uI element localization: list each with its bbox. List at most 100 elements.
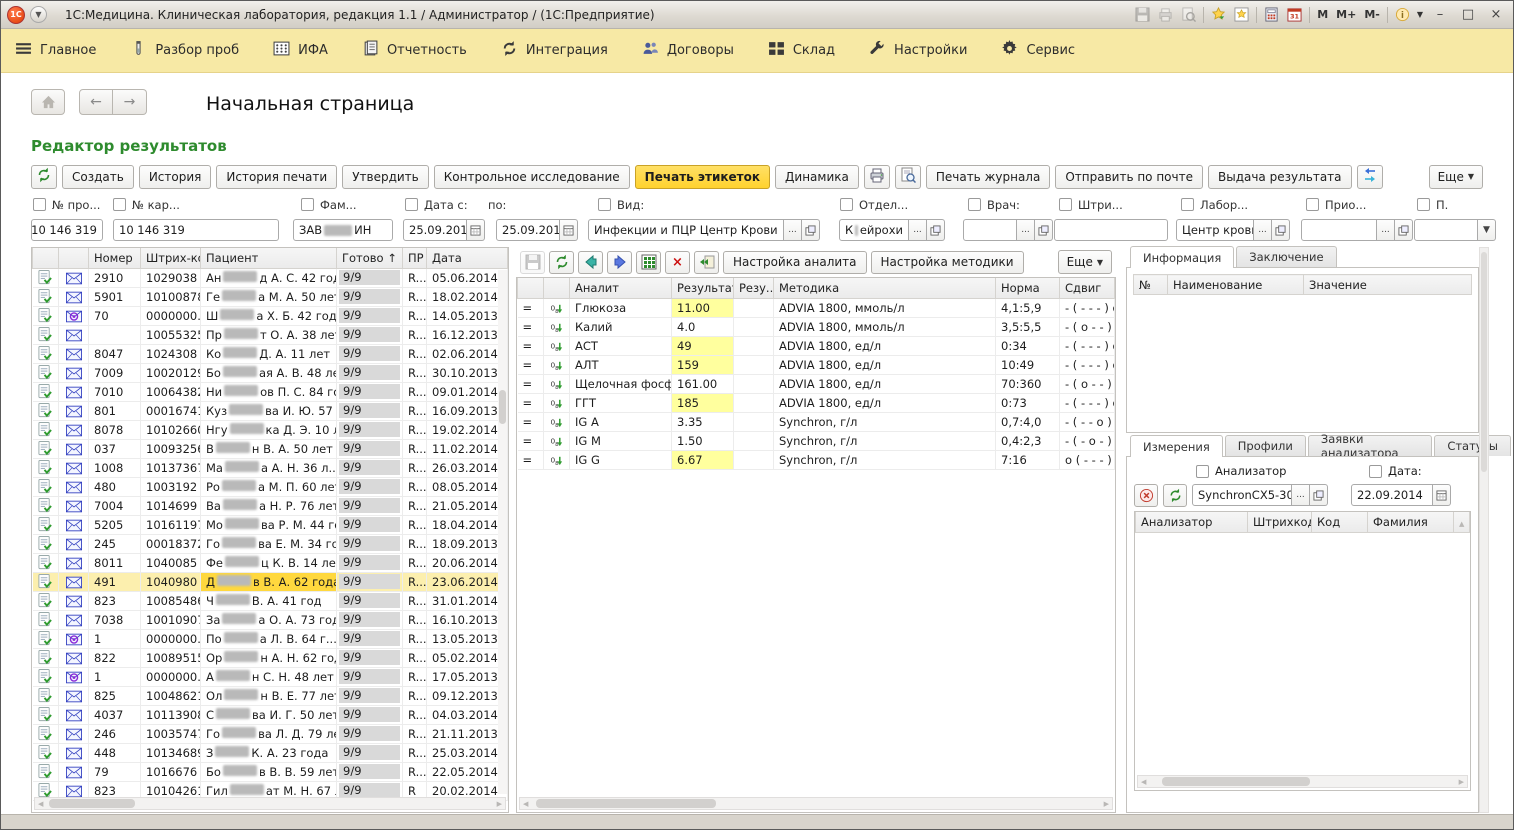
measurements-hscrollbar[interactable]: ◀▶ [1137,775,1468,788]
filter-dots-icon[interactable]: ... [909,219,927,241]
col-shift[interactable]: Сдвиг [1060,278,1115,298]
col-method[interactable]: Методика [774,278,996,298]
print-icon[interactable] [1157,6,1174,23]
col-value[interactable]: Значение [1304,275,1472,295]
toolbar-swap-icon[interactable] [1357,165,1383,189]
toolbar-button-4[interactable]: Утвердить [342,165,429,189]
measurements-date-input[interactable]: 22.09.2014 [1351,484,1433,506]
menu-item-2[interactable]: ИФА [273,40,328,61]
menu-item-0[interactable]: Главное [15,40,96,61]
table-row[interactable]: 520510161197Мова Р. М. 44 года9/9R...18.… [33,515,508,534]
form-vscrollbar[interactable] [1479,247,1489,813]
close-button[interactable]: × [1485,6,1507,24]
toolbar-more-button[interactable]: Еще▼ [1429,165,1483,189]
filter-open-icon[interactable] [1395,219,1413,241]
table-row[interactable]: 82510048621Олн В. Е. 77 лет9/9R...09.12.… [33,686,508,705]
home-button[interactable] [31,89,65,115]
menu-item-6[interactable]: Склад [768,40,835,61]
filter-input-7[interactable] [963,219,1017,241]
toolbar-button-7[interactable]: Динамика [775,165,859,189]
table-row[interactable]: 807810102660Нгука Д. Э. 10 лет9/9R...19.… [33,420,508,439]
minimize-button[interactable]: – [1429,6,1451,24]
table-row[interactable]: 700000000...Ша Х. Б. 42 года9/9R...14.05… [33,306,508,325]
filter-input-2[interactable]: ЗАВИН [293,219,393,241]
filter-calendar-icon[interactable] [467,219,485,241]
back-button[interactable]: ← [79,89,113,115]
info-dropdown-icon[interactable]: ▼ [1417,10,1423,19]
prev-arrow-icon[interactable] [578,251,603,274]
result-row[interactable]: =08Калий4.0ADVIA 1800, ммоль/л3,5:5,5- (… [518,317,1115,336]
result-row[interactable]: =08Глюкоза11.00ADVIA 1800, ммоль/л4,1:5,… [518,298,1115,317]
table-row[interactable]: 82210089515Орн А. Н. 62 года9/9R...05.02… [33,648,508,667]
table-row[interactable]: 44810134689ЗК. А. 23 года9/9R...25.03.20… [33,743,508,762]
filter-input-11[interactable] [1414,219,1478,241]
refresh-results-icon[interactable] [549,251,574,274]
results-more-button[interactable]: Еще▼ [1058,250,1112,274]
calculator-icon[interactable] [1263,6,1280,23]
analyzer-open-icon[interactable] [1310,484,1328,506]
result-row[interactable]: =08IG M1.50Synchron, г/л0,4:2,3- ( - o -… [518,431,1115,450]
filter-checkbox-10[interactable] [1306,198,1319,211]
filter-checkbox-9[interactable] [1181,198,1194,211]
next-arrow-icon[interactable] [607,251,632,274]
table-row[interactable]: 4911040980Дв В. А. 62 года9/9R...23.06.2… [33,572,508,591]
method-settings-button[interactable]: Настройка методики [871,251,1024,274]
table-row[interactable]: 29101029038Анд А. С. 42 года9/9R...05.06… [33,268,508,287]
grid-view-icon[interactable] [636,251,661,274]
add-favorite-icon[interactable] [1210,6,1227,23]
table-row[interactable]: 03710093256Вн В. А. 50 лет9/9R...11.02.2… [33,439,508,458]
table-row[interactable]: 791016676Бов В. В. 59 лет9/9R...22.05.20… [33,762,508,781]
table-row[interactable]: 80100016741Кузва И. Ю. 57 лет9/9R...16.0… [33,401,508,420]
col-patient[interactable]: Пациент [201,248,337,268]
refresh-measurements-icon[interactable] [1163,484,1187,507]
col-barcode2[interactable]: Штрихкод [1248,512,1312,532]
favorites-icon[interactable] [1233,6,1250,23]
filter-checkbox-8[interactable] [1059,198,1072,211]
memory-mminus-button[interactable]: M- [1363,8,1381,21]
filter-checkbox-6[interactable] [840,198,853,211]
menu-item-1[interactable]: Разбор проб [130,40,239,61]
table-row[interactable]: 80111040085Фец К. В. 14 лет9/9R...20.06.… [33,553,508,572]
table-row[interactable]: 590110100878Геа М. А. 50 лет9/9R...18.02… [33,287,508,306]
table-row[interactable]: 82310085486ЧВ. А. 41 год9/9R...31.01.201… [33,591,508,610]
col-name[interactable]: Наименование [1168,275,1304,295]
table-row[interactable]: 403710113908Сва И. Г. 50 лет9/9R...04.03… [33,705,508,724]
table-row[interactable]: 700910020129Боая А. В. 48 лет9/9R...30.1… [33,363,508,382]
menu-item-3[interactable]: Отчетность [362,40,467,61]
table-row[interactable]: 701010064382Ниов П. С. 84 года9/9R...09.… [33,382,508,401]
table-row[interactable]: 10000000...Поа Л. В. 64 г...9/9R...13.05… [33,629,508,648]
col-norm[interactable]: Норма [996,278,1060,298]
filter-checkbox-0[interactable] [33,198,46,211]
save-icon[interactable] [1134,6,1151,23]
filter-calendar-icon[interactable] [560,219,578,241]
filter-dots-icon[interactable]: ... [1254,219,1272,241]
import-icon[interactable] [694,251,719,274]
toolbar-button-12[interactable]: Выдача результата [1208,165,1352,189]
patients-vscrollbar[interactable] [498,270,507,794]
col-surname[interactable]: Фамилия [1368,512,1454,532]
col-ready[interactable]: Готово ↑ [337,248,403,268]
filter-checkbox-7[interactable] [968,198,981,211]
calendar-icon[interactable]: 31 [1286,6,1303,23]
toolbar-button-11[interactable]: Отправить по почте [1055,165,1203,189]
filter-checkbox-2[interactable] [301,198,314,211]
tab-meas-0[interactable]: Измерения [1130,435,1223,457]
result-row[interactable]: =08IG A3.35Synchron, г/л0,7:4,0- ( - - o… [518,412,1115,431]
result-row[interactable]: =08Щелочная фосф...161.00ADVIA 1800, ед/… [518,374,1115,393]
toolbar-refresh-icon[interactable] [31,165,57,189]
tab-meas-3[interactable]: Статусы [1434,435,1511,456]
main-menu-dropdown-icon[interactable]: ▼ [30,6,47,23]
result-row[interactable]: =08ГГТ185ADVIA 1800, ед/л0:73- ( - - - )… [518,393,1115,412]
menu-item-5[interactable]: Договоры [642,40,734,61]
filter-open-icon[interactable] [927,219,945,241]
toolbar-button-2[interactable]: История [139,165,212,189]
col-analyzer[interactable]: Анализатор [1136,512,1248,532]
tab-info-1[interactable]: Заключение [1236,246,1336,267]
col-code[interactable]: Код [1312,512,1368,532]
filter-input-5[interactable]: Инфекции и ПЦР Центр Крови [588,219,784,241]
col-no[interactable]: № [1134,275,1168,295]
result-row[interactable]: =08АЛТ159ADVIA 1800, ед/л10:49- ( - - - … [518,355,1115,374]
delete-icon[interactable]: × [665,251,690,274]
table-row[interactable]: 24500018372Гова Е. М. 34 года9/9R...18.0… [33,534,508,553]
toolbar-button-6[interactable]: Печать этикеток [635,165,770,189]
